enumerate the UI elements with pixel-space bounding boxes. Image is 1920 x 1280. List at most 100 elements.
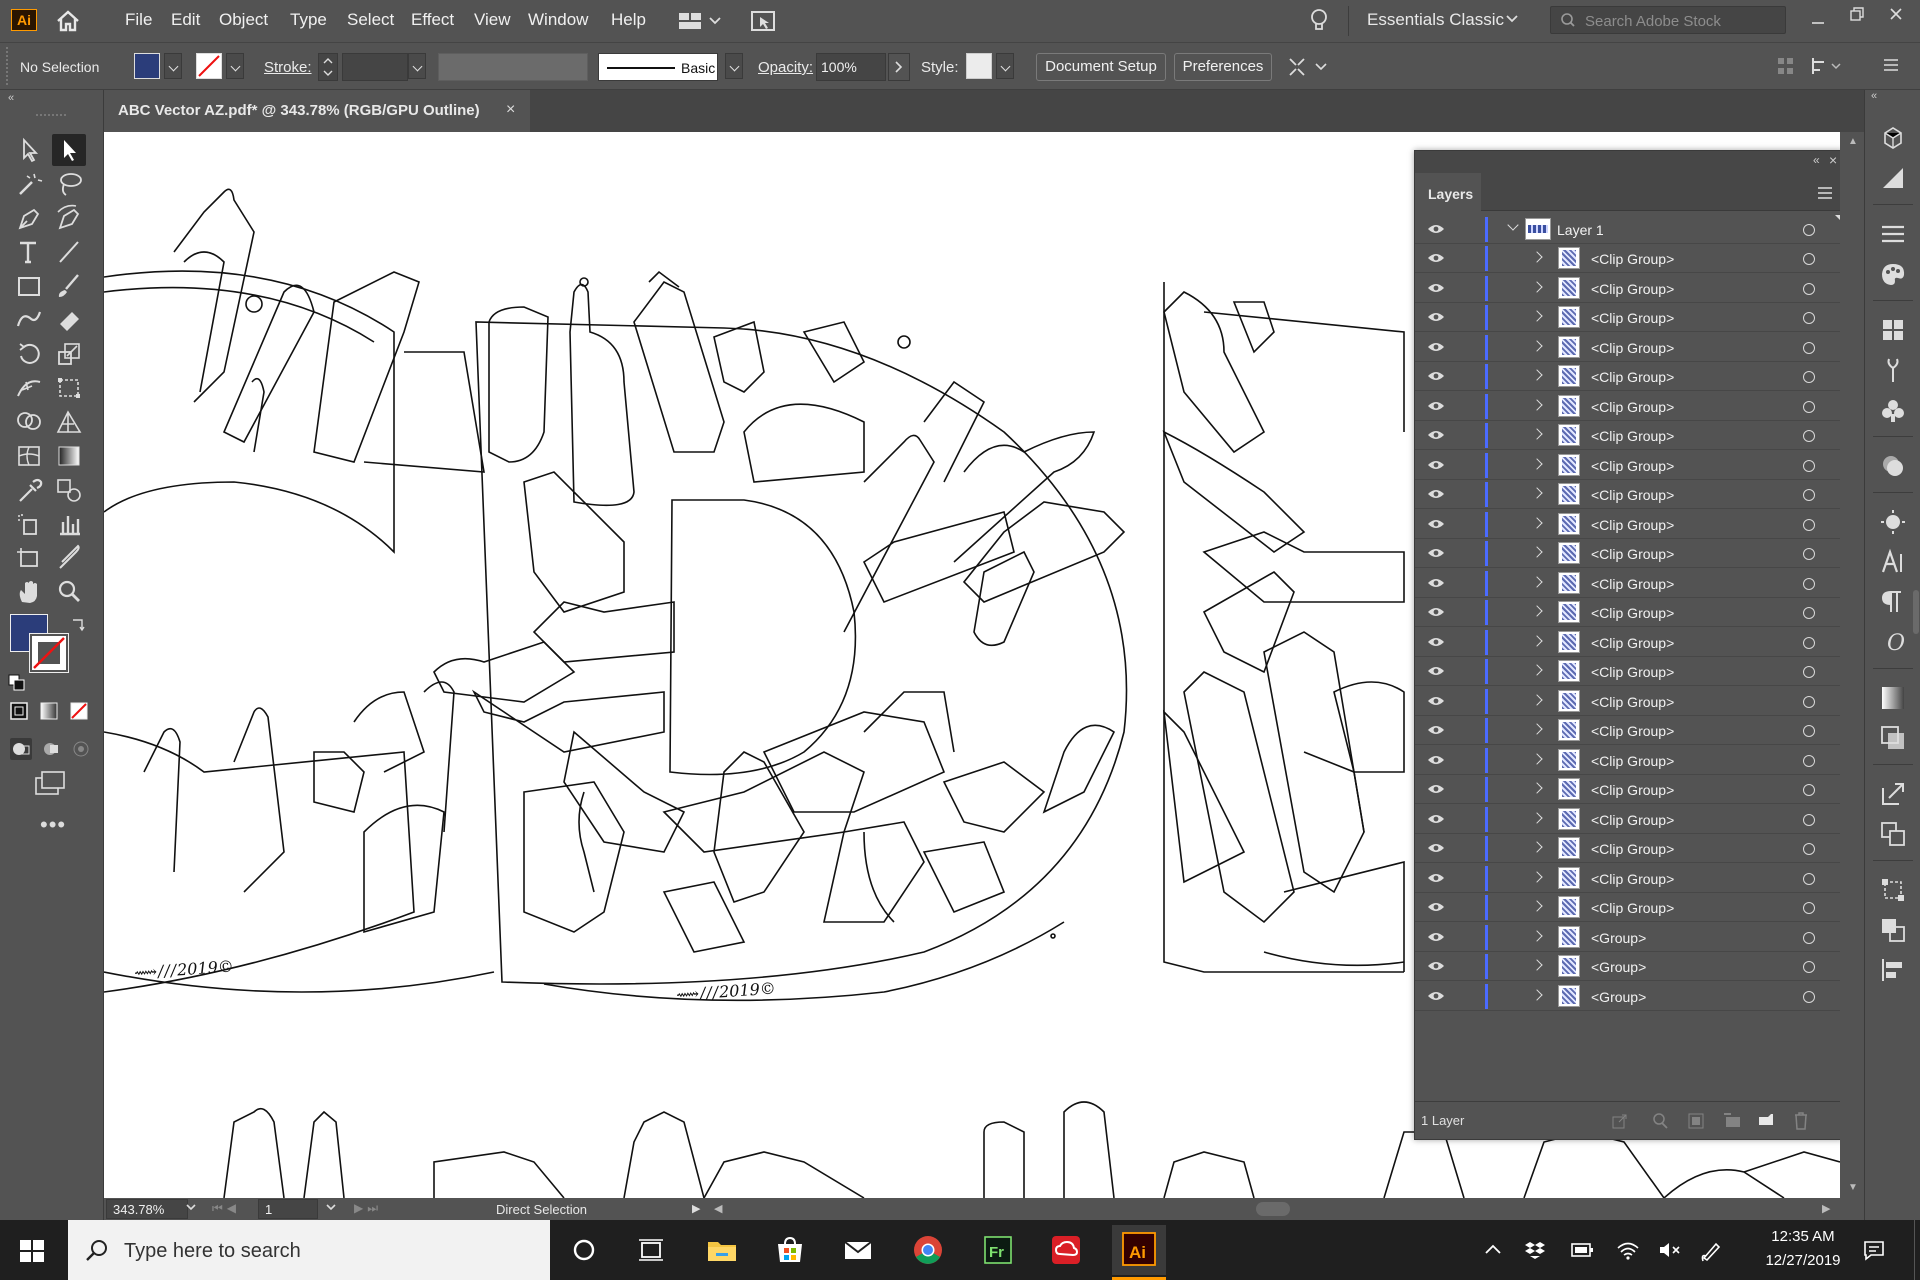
target-circle-icon[interactable] (1803, 843, 1815, 855)
minimize-button[interactable] (1810, 12, 1826, 26)
layer-sublayer-row[interactable]: <Clip Group> (1415, 303, 1843, 332)
target-circle-icon[interactable] (1803, 725, 1815, 737)
chrome-icon[interactable] (908, 1230, 948, 1270)
mail-icon[interactable] (838, 1230, 878, 1270)
tab-layers[interactable]: Layers (1415, 173, 1481, 211)
layer-sublayer-row[interactable]: <Clip Group> (1415, 274, 1843, 303)
transform-panel-icon[interactable] (1810, 55, 1844, 77)
target-circle-icon[interactable] (1803, 459, 1815, 472)
stroke-weight-dropdown[interactable] (408, 53, 426, 79)
expand-chevron-icon[interactable] (1531, 900, 1543, 912)
visibility-eye-icon[interactable] (1427, 577, 1445, 589)
paintbrush-tool-icon[interactable] (52, 270, 86, 302)
pen-workspace-icon[interactable] (1700, 1238, 1724, 1262)
stroke-weight-field[interactable] (342, 53, 408, 81)
scroll-up-icon[interactable]: ▲ (1848, 136, 1858, 147)
transform-icon[interactable] (1879, 876, 1907, 904)
gradient-tool-icon[interactable] (52, 440, 86, 472)
restore-button[interactable] (1849, 6, 1865, 22)
layer-sublayer-row[interactable]: <Clip Group> (1415, 362, 1843, 391)
collapse-icon[interactable]: « (8, 92, 14, 104)
layer-sublayer-row[interactable]: <Clip Group> (1415, 628, 1843, 657)
visibility-eye-icon[interactable] (1427, 223, 1445, 235)
zoom-dropdown-icon[interactable] (184, 1202, 198, 1214)
home-icon[interactable] (56, 10, 80, 32)
action-center-icon[interactable] (1862, 1238, 1886, 1262)
collect-for-export-icon[interactable] (1611, 1112, 1629, 1130)
visibility-eye-icon[interactable] (1427, 813, 1445, 825)
opacity-label[interactable]: Opacity: (758, 59, 813, 76)
layer-row[interactable]: Layer 1 (1415, 215, 1843, 244)
direct-selection-tool-icon[interactable] (52, 134, 86, 166)
expand-chevron-icon[interactable] (1531, 782, 1543, 794)
clipping-mask-icon[interactable] (1687, 1112, 1705, 1130)
rectangle-tool-icon[interactable] (12, 270, 46, 302)
expand-panels-icon[interactable]: « (1871, 90, 1877, 102)
visibility-eye-icon[interactable] (1427, 872, 1445, 884)
target-circle-icon[interactable] (1803, 577, 1815, 590)
target-circle-icon[interactable] (1803, 754, 1815, 767)
layer-sublayer-row[interactable]: <Clip Group> (1415, 746, 1843, 775)
edit-toolbar-icon[interactable]: ••• (40, 812, 66, 838)
perspective-grid-tool-icon[interactable] (52, 406, 86, 438)
menu-window[interactable]: Window (528, 10, 588, 30)
expand-chevron-icon[interactable] (1531, 251, 1543, 263)
horizontal-scroll-thumb[interactable] (1256, 1202, 1290, 1216)
target-circle-icon[interactable] (1803, 518, 1815, 531)
gradient-panel-icon[interactable] (1879, 684, 1907, 712)
target-circle-icon[interactable] (1803, 224, 1815, 236)
visibility-eye-icon[interactable] (1427, 341, 1445, 353)
target-circle-icon[interactable] (1803, 341, 1815, 354)
target-circle-icon[interactable] (1803, 400, 1815, 413)
menu-type[interactable]: Type (290, 10, 327, 30)
layer-sublayer-row[interactable]: <Clip Group> (1415, 333, 1843, 362)
expand-chevron-icon[interactable] (1531, 693, 1543, 706)
zoom-field[interactable]: 343.78% (106, 1199, 188, 1219)
visibility-eye-icon[interactable] (1427, 842, 1445, 854)
visibility-eye-icon[interactable] (1427, 724, 1445, 736)
show-desktop-button[interactable] (1914, 1220, 1920, 1280)
layer-sublayer-row[interactable]: <Clip Group> (1415, 687, 1843, 716)
expand-chevron-icon[interactable] (1531, 398, 1543, 411)
illustrator-taskbar-icon[interactable]: Ai (1112, 1225, 1166, 1280)
visibility-eye-icon[interactable] (1427, 459, 1445, 471)
layer-sublayer-row[interactable]: <Group> (1415, 923, 1843, 952)
visibility-eye-icon[interactable] (1427, 606, 1445, 618)
layer-sublayer-row[interactable]: <Clip Group> (1415, 805, 1843, 834)
expand-chevron-icon[interactable] (1531, 841, 1543, 853)
sun-effects-icon[interactable] (1879, 508, 1907, 536)
blend-tool-icon[interactable] (52, 474, 86, 506)
color-mode-icon[interactable] (10, 702, 28, 720)
collapse-panel-icon[interactable]: « (1813, 153, 1820, 167)
layer-sublayer-row[interactable]: <Clip Group> (1415, 244, 1843, 273)
expand-chevron-icon[interactable] (1531, 546, 1543, 558)
brush-dropdown[interactable] (725, 53, 743, 79)
rotate-tool-icon[interactable] (12, 338, 46, 370)
brush-definition[interactable]: Basic (598, 53, 718, 81)
swap-colors-icon[interactable] (70, 616, 86, 632)
curvature-tool-icon[interactable] (52, 202, 86, 234)
mesh-tool-icon[interactable] (12, 440, 46, 472)
target-circle-icon[interactable] (1803, 253, 1815, 265)
line-segment-tool-icon[interactable] (52, 236, 86, 268)
menu-effect[interactable]: Effect (411, 10, 454, 30)
windows-start-icon[interactable] (20, 1240, 44, 1262)
new-sublayer-icon[interactable] (1723, 1112, 1745, 1130)
target-circle-icon[interactable] (1803, 813, 1815, 826)
scroll-right-icon[interactable]: ▶ (1822, 1202, 1830, 1215)
layer-sublayer-row[interactable]: <Clip Group> (1415, 657, 1843, 686)
draw-normal-icon[interactable] (10, 738, 32, 760)
menu-edit[interactable]: Edit (171, 10, 200, 30)
layer-sublayer-row[interactable]: <Clip Group> (1415, 775, 1843, 804)
none-mode-icon[interactable] (70, 702, 88, 720)
visibility-eye-icon[interactable] (1427, 695, 1445, 707)
expand-chevron-icon[interactable] (1531, 280, 1543, 293)
layer-sublayer-row[interactable]: <Clip Group> (1415, 480, 1843, 509)
free-transform-tool-icon[interactable] (52, 372, 86, 404)
grip[interactable] (36, 114, 66, 116)
color-palette-icon[interactable] (1879, 260, 1907, 288)
scroll-down-icon[interactable]: ▼ (1848, 1182, 1858, 1193)
stroke-panel-icon[interactable] (1879, 220, 1907, 248)
default-colors-icon[interactable] (8, 674, 26, 692)
slice-tool-icon[interactable] (52, 542, 86, 574)
